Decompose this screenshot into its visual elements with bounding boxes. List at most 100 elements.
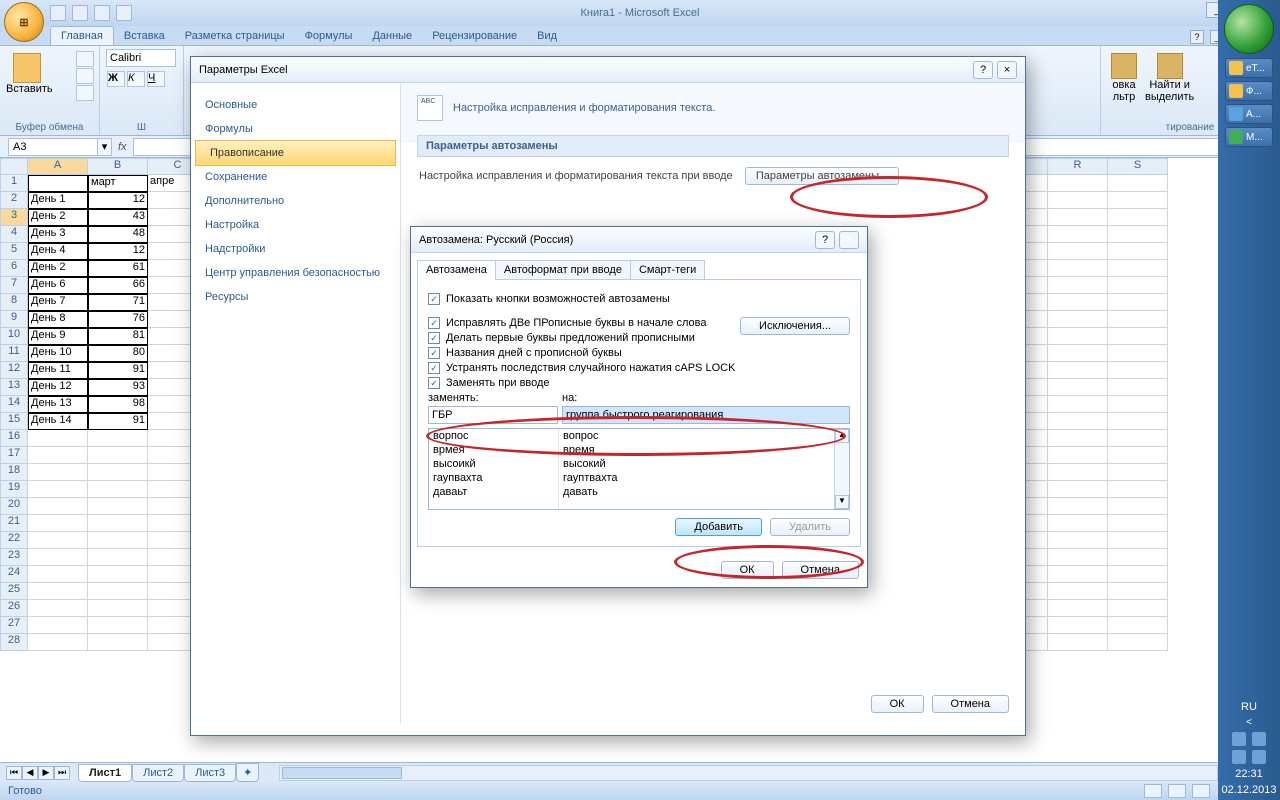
sheet-nav-first-icon[interactable]: ⏮ xyxy=(6,766,22,780)
tray-icon[interactable] xyxy=(1232,750,1246,764)
cell[interactable] xyxy=(1108,277,1168,294)
cell[interactable] xyxy=(1048,617,1108,634)
row-header[interactable]: 25 xyxy=(0,583,28,600)
cell[interactable]: День 6 xyxy=(28,277,88,294)
nav-item[interactable]: Центр управления безопасностью xyxy=(191,261,400,285)
cell[interactable] xyxy=(1048,226,1108,243)
tab-formulas[interactable]: Формулы xyxy=(295,27,363,45)
cell[interactable] xyxy=(1048,209,1108,226)
qat-dropdown-icon[interactable] xyxy=(116,5,132,21)
copy-icon[interactable] xyxy=(76,68,94,84)
nav-item[interactable]: Ресурсы xyxy=(191,285,400,309)
col-header[interactable]: S xyxy=(1108,158,1168,175)
row-header[interactable]: 13 xyxy=(0,379,28,396)
close-icon[interactable]: × xyxy=(839,231,859,249)
cell[interactable]: День 2 xyxy=(28,209,88,226)
cell[interactable] xyxy=(1048,413,1108,430)
ok-button[interactable]: ОК xyxy=(721,561,774,579)
row-header[interactable]: 14 xyxy=(0,396,28,413)
cell[interactable]: 43 xyxy=(88,209,148,226)
cell[interactable] xyxy=(1108,175,1168,192)
help-icon[interactable]: ? xyxy=(973,61,993,79)
cell[interactable] xyxy=(1108,379,1168,396)
checkbox[interactable]: ✓ xyxy=(428,332,440,344)
sheet-nav-prev-icon[interactable]: ◀ xyxy=(22,766,38,780)
cell[interactable] xyxy=(28,175,88,192)
cell[interactable] xyxy=(1048,464,1108,481)
bold-button[interactable]: Ж xyxy=(107,71,125,87)
cell[interactable]: 91 xyxy=(88,413,148,430)
nav-item[interactable]: Настройка xyxy=(191,213,400,237)
cell[interactable] xyxy=(1048,583,1108,600)
cell[interactable]: 12 xyxy=(88,243,148,260)
format-painter-icon[interactable] xyxy=(76,85,94,101)
underline-button[interactable]: Ч xyxy=(147,71,165,87)
nav-item-selected[interactable]: Правописание xyxy=(195,140,396,166)
view-normal-icon[interactable] xyxy=(1144,784,1162,798)
cell[interactable] xyxy=(1108,583,1168,600)
row-header[interactable]: 2 xyxy=(0,192,28,209)
sheet-tab[interactable]: Лист1 xyxy=(78,764,132,782)
checkbox[interactable]: ✓ xyxy=(428,317,440,329)
tab-view[interactable]: Вид xyxy=(527,27,567,45)
cell[interactable] xyxy=(1108,243,1168,260)
tab-data[interactable]: Данные xyxy=(362,27,422,45)
row-header[interactable]: 22 xyxy=(0,532,28,549)
cell[interactable]: март xyxy=(88,175,148,192)
tab-home[interactable]: Главная xyxy=(50,26,114,45)
list-item[interactable]: ворпос xyxy=(429,429,558,443)
tab-autoformat[interactable]: Автоформат при вводе xyxy=(495,260,631,280)
cell[interactable]: День 14 xyxy=(28,413,88,430)
cancel-button[interactable]: Отмена xyxy=(932,695,1009,713)
close-icon[interactable]: × xyxy=(997,61,1017,79)
cell[interactable] xyxy=(1048,447,1108,464)
sheet-nav-last-icon[interactable]: ⏭ xyxy=(54,766,70,780)
cell[interactable] xyxy=(28,566,88,583)
cell[interactable]: День 9 xyxy=(28,328,88,345)
cell[interactable] xyxy=(88,498,148,515)
list-item[interactable]: гаупвахта xyxy=(429,471,558,485)
cell[interactable]: День 12 xyxy=(28,379,88,396)
cell[interactable]: 61 xyxy=(88,260,148,277)
cell[interactable] xyxy=(1048,549,1108,566)
office-button[interactable]: ⊞ xyxy=(4,2,44,42)
cell[interactable] xyxy=(1048,277,1108,294)
start-button[interactable] xyxy=(1224,4,1274,54)
row-header[interactable]: 20 xyxy=(0,498,28,515)
cell[interactable] xyxy=(1108,362,1168,379)
paste-button[interactable]: Вставить xyxy=(6,49,48,109)
cell[interactable] xyxy=(1108,549,1168,566)
cell[interactable] xyxy=(1048,566,1108,583)
cell[interactable] xyxy=(1108,600,1168,617)
row-header[interactable]: 27 xyxy=(0,617,28,634)
col-header[interactable]: R xyxy=(1048,158,1108,175)
sort-filter-button[interactable]: овка льтр xyxy=(1111,53,1137,103)
cell[interactable]: 12 xyxy=(88,192,148,209)
row-header[interactable]: 11 xyxy=(0,345,28,362)
list-item[interactable]: гауптвахта xyxy=(559,471,834,485)
cell[interactable]: 71 xyxy=(88,294,148,311)
cell[interactable] xyxy=(1108,328,1168,345)
save-icon[interactable] xyxy=(50,5,66,21)
with-input[interactable] xyxy=(562,406,850,424)
view-layout-icon[interactable] xyxy=(1168,784,1186,798)
cut-icon[interactable] xyxy=(76,51,94,67)
cell[interactable] xyxy=(88,600,148,617)
fx-icon[interactable]: fx xyxy=(118,141,127,153)
tray-icon[interactable] xyxy=(1232,732,1246,746)
cell[interactable] xyxy=(1048,498,1108,515)
cell[interactable] xyxy=(1048,634,1108,651)
font-family-select[interactable] xyxy=(106,49,176,67)
cell[interactable] xyxy=(1108,447,1168,464)
cell[interactable] xyxy=(1108,260,1168,277)
cell[interactable] xyxy=(1108,345,1168,362)
italic-button[interactable]: К xyxy=(127,71,145,87)
cell[interactable] xyxy=(88,430,148,447)
cancel-button[interactable]: Отмена xyxy=(782,561,859,579)
tray-icon[interactable] xyxy=(1252,732,1266,746)
cell[interactable]: День 7 xyxy=(28,294,88,311)
clock-date[interactable]: 02.12.2013 xyxy=(1221,784,1276,796)
taskbar-item[interactable]: A... xyxy=(1225,104,1273,124)
cell[interactable] xyxy=(1108,294,1168,311)
checkbox[interactable]: ✓ xyxy=(428,362,440,374)
